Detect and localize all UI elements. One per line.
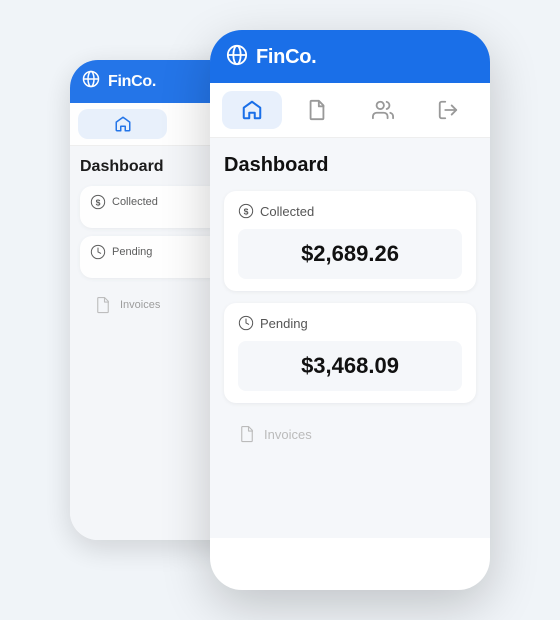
front-app-name: FinCo. (256, 46, 316, 69)
front-nav-logout[interactable] (419, 91, 479, 129)
back-logo-icon (82, 70, 100, 93)
front-header: FinCo. (210, 30, 490, 83)
front-nav-users[interactable] (353, 91, 413, 129)
front-content: Dashboard $ Collected $2,689.26 (210, 138, 490, 538)
front-pending-label: Pending (238, 315, 462, 331)
front-invoices-item: Invoices (224, 415, 476, 453)
front-nav-documents[interactable] (288, 91, 348, 129)
phone-front: FinCo. (210, 30, 490, 590)
front-collected-card: $ Collected $2,689.26 (224, 191, 476, 291)
svg-text:$: $ (96, 197, 101, 207)
front-collected-value: $2,689.26 (238, 229, 462, 279)
front-pending-value: $3,468.09 (238, 341, 462, 391)
front-page-title: Dashboard (224, 154, 476, 177)
front-invoices-label: Invoices (264, 427, 312, 442)
front-logo-icon (226, 44, 248, 71)
back-app-name: FinCo. (108, 73, 156, 91)
front-collected-label: $ Collected (238, 203, 462, 219)
phones-container: FinCo. Dashboard (70, 30, 490, 590)
back-nav-home[interactable] (78, 109, 167, 139)
front-nav (210, 83, 490, 138)
back-invoices-label: Invoices (120, 299, 160, 311)
front-nav-home[interactable] (222, 91, 282, 129)
front-pending-card: Pending $3,468.09 (224, 303, 476, 403)
svg-text:$: $ (244, 206, 249, 216)
